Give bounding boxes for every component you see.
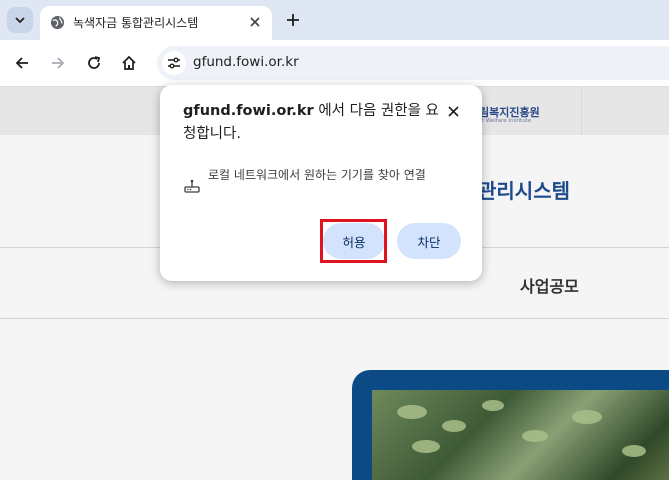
permission-description: 로컬 네트워크에서 원하는 기기를 찾아 연결 [208, 168, 426, 182]
allow-button-highlight [320, 219, 387, 263]
dialog-host: gfund.fowi.or.kr [183, 103, 314, 119]
chevron-down-icon [15, 17, 25, 24]
logo-subtitle: st Welfare Institute [479, 118, 532, 124]
site-logo[interactable]: 림복지진흥원 st Welfare Institute [470, 87, 582, 135]
home-button[interactable] [118, 52, 140, 74]
browser-toolbar: gfund.fowi.or.kr [0, 40, 669, 87]
address-bar[interactable]: gfund.fowi.or.kr [157, 46, 669, 80]
forward-icon [52, 57, 65, 69]
back-button[interactable] [11, 52, 33, 74]
tab-close-button[interactable] [246, 13, 264, 31]
block-button[interactable]: 차단 [397, 223, 461, 259]
site-settings-icon [168, 57, 180, 69]
tab-search-button[interactable] [7, 7, 33, 33]
menu-item-business-call[interactable]: 사업공모 [520, 273, 579, 297]
forward-button[interactable] [47, 52, 69, 74]
new-tab-button[interactable] [283, 10, 303, 30]
network-device-icon [184, 179, 200, 193]
banner-photo [372, 390, 669, 480]
hero-banner [352, 370, 669, 480]
tab-strip: 녹색자금 통합관리시스템 [0, 0, 669, 40]
dialog-title: gfund.fowi.or.kr 에서 다음 권한을 요청합니다. [183, 100, 448, 146]
url-text: gfund.fowi.or.kr [193, 54, 299, 70]
site-settings-button[interactable] [162, 51, 186, 75]
reload-button[interactable] [83, 52, 105, 74]
close-icon [447, 105, 459, 117]
close-icon [250, 17, 260, 27]
plus-icon [287, 14, 299, 26]
system-title: 관리시스템 [478, 179, 570, 203]
globe-icon [50, 15, 65, 30]
active-tab[interactable]: 녹색자금 통합관리시스템 [40, 6, 272, 40]
back-icon [15, 57, 28, 69]
home-icon [122, 55, 136, 70]
dialog-close-button[interactable] [444, 102, 462, 120]
reload-icon [88, 56, 101, 69]
tab-title: 녹색자금 통합관리시스템 [73, 16, 199, 30]
